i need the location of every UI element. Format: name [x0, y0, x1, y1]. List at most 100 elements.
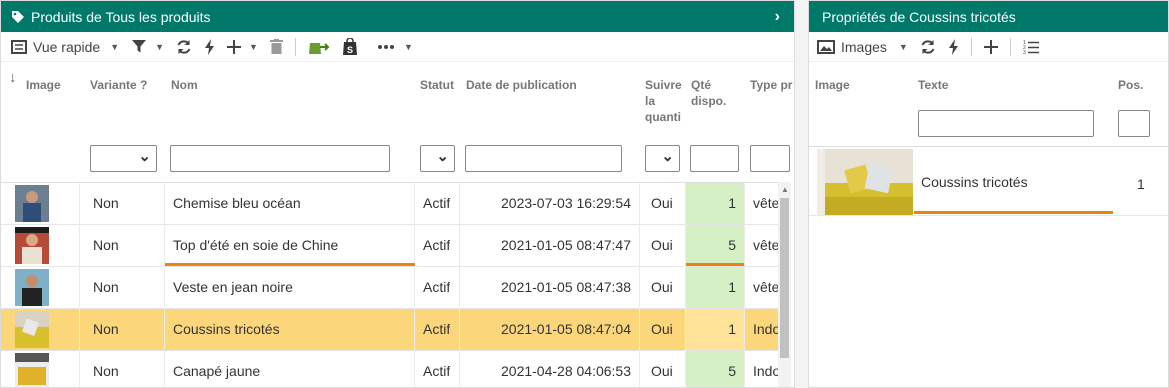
type-cell: vête: [753, 279, 780, 295]
col-name[interactable]: Nom: [171, 77, 198, 93]
more-button[interactable]: ▼: [377, 41, 413, 52]
col-follow[interactable]: Suivre la quanti: [645, 77, 685, 125]
add-button[interactable]: [983, 39, 998, 54]
col-image[interactable]: Image: [815, 77, 850, 93]
image-icon: [817, 39, 835, 54]
ordered-list-button[interactable]: 123: [1023, 40, 1039, 54]
col-image[interactable]: Image: [26, 77, 61, 93]
variant-cell: Non: [93, 279, 119, 295]
product-image-thumbnail: [817, 149, 913, 215]
svg-text:S: S: [347, 45, 353, 55]
ellipsis-icon: [377, 44, 394, 49]
status-cell: Actif: [423, 279, 451, 295]
name-cell: Canapé jaune: [173, 363, 261, 379]
delete-button[interactable]: [269, 39, 283, 54]
caret-down-icon: ▼: [249, 41, 258, 52]
text-filter-input[interactable]: [918, 110, 1094, 137]
column-divider: [79, 183, 80, 387]
pos-filter-input[interactable]: [1118, 110, 1150, 137]
trash-icon: [269, 39, 283, 54]
refresh-icon: [921, 39, 935, 54]
name-filter-input[interactable]: [170, 145, 390, 172]
follow-cell: Oui: [651, 195, 673, 211]
pubdate-filter-input[interactable]: [465, 145, 622, 172]
products-grid-body: Non Chemise bleu océan Actif 2023-07-03 …: [1, 182, 781, 387]
svg-text:3: 3: [1023, 50, 1026, 54]
bolt-icon: [948, 38, 958, 55]
table-row[interactable]: Non Canapé jaune Actif 2021-04-28 04:06:…: [1, 351, 780, 387]
col-pubdate[interactable]: Date de publication: [466, 77, 577, 93]
sort-down-icon[interactable]: ↓: [9, 70, 17, 86]
type-filter-input[interactable]: [750, 145, 790, 172]
follow-filter-select[interactable]: [645, 145, 680, 172]
name-edit-underline: [165, 263, 415, 266]
status-filter-select[interactable]: [420, 145, 455, 172]
col-qty[interactable]: Qté dispo.: [691, 77, 731, 109]
col-variant[interactable]: Variante ?: [90, 77, 147, 93]
properties-toolbar: Images ▼ 123: [809, 32, 1168, 62]
products-panel: Produits de Tous les produits › Vue rapi…: [0, 0, 795, 388]
table-row[interactable]: Non Chemise bleu océan Actif 2023-07-03 …: [1, 183, 779, 225]
filter-icon: [132, 40, 147, 53]
table-row-selected[interactable]: Non Coussins tricotés Actif 2021-01-05 0…: [1, 309, 781, 351]
product-thumbnail: [15, 185, 49, 222]
view-selector[interactable]: Vue rapide ▼: [11, 39, 119, 55]
scroll-up-icon[interactable]: ▲: [781, 185, 789, 194]
variant-cell: Non: [93, 195, 119, 211]
qty-cell: 1: [686, 183, 744, 224]
quick-action-button[interactable]: [948, 38, 959, 55]
ordered-list-icon: 123: [1023, 40, 1039, 54]
products-grid-header: ↓ Image Variante ? Nom Statut Date de pu…: [1, 63, 794, 182]
properties-titlebar: Propriétés de Coussins tricotés: [809, 1, 1168, 32]
list-view-icon: [11, 39, 27, 54]
date-cell: 2021-01-05 08:47:47: [501, 237, 631, 253]
variant-cell: Non: [93, 363, 119, 379]
type-cell: vête: [753, 195, 780, 211]
sync-shopify-button[interactable]: [308, 39, 330, 55]
col-status[interactable]: Statut: [420, 77, 454, 93]
table-row[interactable]: Non Top d'été en soie de Chine Actif 202…: [1, 225, 779, 267]
follow-cell: Oui: [651, 321, 673, 337]
qty-cell: 5: [686, 351, 744, 387]
follow-cell: Oui: [651, 279, 673, 295]
table-row[interactable]: Non Veste en jean noire Actif 2021-01-05…: [1, 267, 779, 309]
date-cell: 2021-01-05 08:47:38: [501, 279, 631, 295]
image-pos-cell: 1: [1137, 176, 1145, 192]
caret-down-icon: ▼: [403, 41, 413, 52]
vertical-scrollbar[interactable]: ▲: [778, 182, 791, 387]
qty-cell: 1: [686, 309, 744, 350]
col-text[interactable]: Texte: [918, 77, 948, 93]
variant-cell: Non: [93, 321, 119, 337]
chevron-right-icon[interactable]: ›: [775, 8, 780, 26]
type-cell: Indo: [753, 321, 781, 337]
image-text-cell: Coussins tricotés: [921, 174, 1028, 190]
product-thumbnail: [15, 311, 49, 348]
add-button[interactable]: ▼: [227, 39, 258, 54]
col-pos[interactable]: Pos.: [1118, 77, 1143, 93]
date-cell: 2023-07-03 16:29:54: [501, 195, 631, 211]
refresh-button[interactable]: [176, 39, 192, 55]
col-type[interactable]: Type pr: [750, 77, 792, 93]
scrollbar-thumb[interactable]: [780, 198, 789, 358]
toolbar-separator: [1009, 37, 1011, 56]
view-label: Vue rapide: [33, 38, 101, 55]
qty-cell: 5: [686, 225, 744, 266]
shopify-bag-icon: S: [342, 38, 357, 55]
shopify-button[interactable]: S: [342, 38, 358, 55]
quick-action-button[interactable]: [204, 38, 215, 55]
shopify-sync-icon: [308, 42, 330, 54]
qty-edit-underline: [686, 263, 744, 266]
variant-filter-select[interactable]: [90, 145, 157, 172]
follow-cell: Oui: [651, 237, 673, 253]
images-view-selector[interactable]: Images ▼: [817, 39, 908, 55]
refresh-button[interactable]: [920, 39, 936, 55]
refresh-icon: [177, 39, 191, 54]
qty-filter-input[interactable]: [690, 145, 739, 172]
caret-down-icon: ▼: [898, 41, 908, 52]
filter-button[interactable]: ▼: [131, 39, 164, 54]
image-row[interactable]: Coussins tricotés 1: [809, 146, 1168, 216]
toolbar-separator: [970, 37, 972, 56]
properties-grid-header: Image Texte Pos.: [809, 63, 1168, 146]
status-cell: Actif: [423, 237, 451, 253]
qty-cell: 1: [686, 267, 744, 308]
